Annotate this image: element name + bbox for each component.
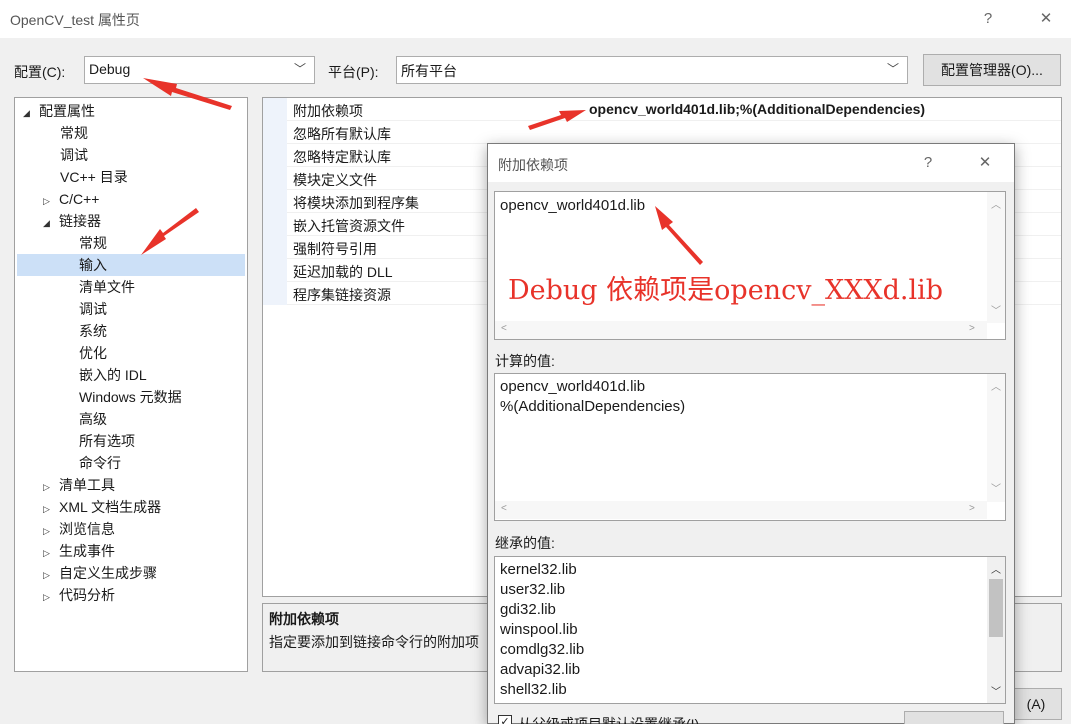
- arrow-to-config-icon: [143, 78, 232, 110]
- arrow-to-edit-icon: [655, 206, 703, 265]
- arrow-to-input-icon: [141, 208, 199, 255]
- arrow-to-value-icon: [528, 110, 586, 130]
- annotation-arrows: [141, 78, 703, 265]
